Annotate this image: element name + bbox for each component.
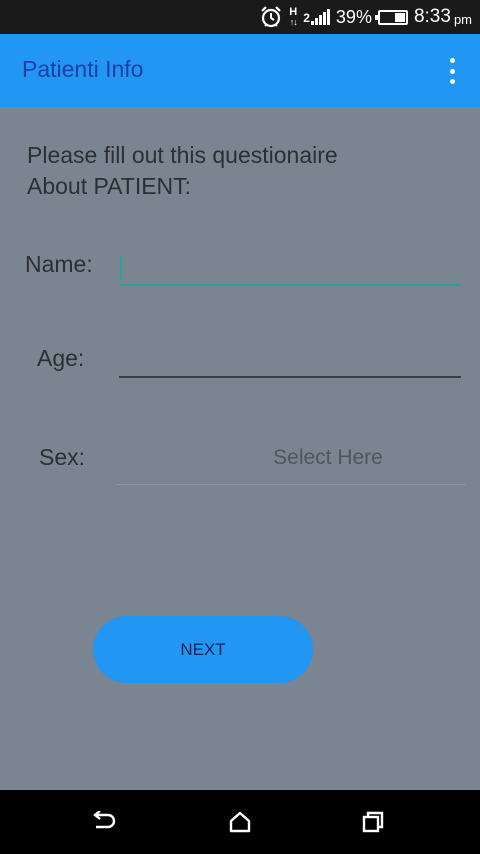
recent-apps-icon	[362, 811, 384, 833]
intro-line-1: Please fill out this questionaire	[27, 142, 338, 168]
next-button[interactable]: NEXT	[93, 616, 313, 683]
network-h-icon: H ↑↓	[289, 6, 298, 28]
text-cursor	[120, 256, 122, 280]
navigation-bar	[0, 790, 480, 854]
battery-percent: 39%	[335, 6, 372, 27]
home-icon	[229, 811, 251, 833]
status-bar: H ↑↓ 2 39% 8:33 pm	[0, 0, 480, 34]
signal-icon	[310, 9, 330, 25]
sex-select[interactable]: Select Here	[116, 438, 466, 485]
name-label: Name:	[25, 251, 93, 277]
name-field[interactable]	[119, 250, 461, 286]
status-icons: H ↑↓ 2 39% 8:33 pm	[259, 0, 472, 34]
clock-time: 8:33	[413, 6, 451, 27]
app-bar: Patienti Info	[0, 34, 480, 107]
back-icon	[93, 811, 116, 829]
sex-select-value: Select Here	[273, 446, 383, 469]
intro-text: Please fill out this questionaire About …	[27, 140, 338, 202]
recent-apps-button[interactable]	[348, 802, 398, 842]
alarm-icon	[261, 6, 282, 28]
clock-ampm: pm	[453, 12, 472, 27]
back-button[interactable]	[80, 802, 130, 842]
more-vert-icon[interactable]	[442, 58, 462, 84]
signal-prefix: 2	[303, 11, 310, 25]
battery-icon	[374, 9, 408, 25]
app-title: Patienti Info	[22, 56, 144, 82]
home-button[interactable]	[215, 802, 265, 842]
intro-line-2: About PATIENT:	[27, 173, 192, 199]
age-label: Age:	[37, 345, 85, 371]
age-field[interactable]	[119, 342, 461, 378]
sex-label: Sex:	[39, 444, 86, 470]
